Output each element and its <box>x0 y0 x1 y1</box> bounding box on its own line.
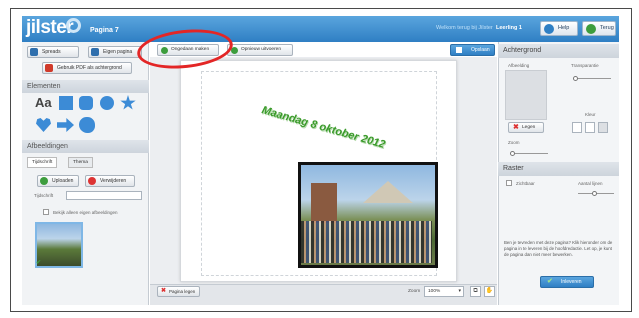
tab-thema[interactable]: Thema <box>68 157 93 168</box>
color-swatch[interactable] <box>572 122 582 133</box>
zoom-select[interactable]: 100% ▾ <box>424 286 464 297</box>
save-label: Opslaan <box>471 47 490 53</box>
church-building <box>311 183 337 223</box>
user-name: Leerling 1 <box>496 25 522 31</box>
elements-title: Elementen <box>22 80 149 93</box>
pavilion-roof <box>363 181 413 203</box>
header-bar: jilster Pagina 7 Welkom terug bij Jilste… <box>22 16 619 42</box>
upload-icon <box>40 177 48 185</box>
group-photo[interactable] <box>298 162 438 268</box>
clear-page-icon: ✖ <box>161 288 167 294</box>
pan-hand-icon[interactable]: ✋ <box>484 286 495 297</box>
square-shape-icon[interactable] <box>59 96 73 110</box>
zoom-value: 100% <box>428 289 441 294</box>
save-button[interactable]: Opslaan <box>450 44 495 56</box>
own-images-checkbox[interactable] <box>43 209 49 215</box>
pdf-icon <box>45 64 53 72</box>
images-title: Afbeeldingen <box>22 140 149 153</box>
chevron-down-icon: ▾ <box>458 288 461 294</box>
thumbnail-check-icon: ✔ <box>36 260 42 266</box>
clear-background-button[interactable]: ✖ Legen <box>508 122 544 133</box>
own-pages-label: Eigen pagina <box>103 49 133 55</box>
delete-images-button[interactable]: Verwijderen <box>85 175 135 187</box>
upload-button[interactable]: Uploaden <box>37 175 79 187</box>
pdf-background-button[interactable]: Gebruik PDF als achtergrond <box>42 62 132 74</box>
text-tool[interactable]: Aa <box>35 95 52 110</box>
back-label: Terug <box>600 25 614 31</box>
color-preview[interactable] <box>598 122 608 133</box>
clear-background-icon: ✖ <box>513 124 519 131</box>
pdf-label: Gebruik PDF als achtergrond <box>57 65 122 71</box>
rounded-square-shape-icon[interactable] <box>79 96 93 110</box>
spreads-label: Spreads <box>42 49 61 55</box>
image-label: Afbeelding <box>508 63 530 68</box>
grid-visible-checkbox[interactable] <box>506 180 512 186</box>
fit-page-icon[interactable]: ⧉ <box>470 286 481 297</box>
magazine-label: Tijdschrift <box>34 193 54 198</box>
grid-lines-slider[interactable] <box>578 191 614 196</box>
eyedropper-icon[interactable] <box>585 122 595 133</box>
back-button[interactable]: Terug <box>582 21 616 36</box>
spreads-button[interactable]: Spreads <box>27 46 79 58</box>
image-thumbnail[interactable] <box>35 222 83 268</box>
blob-shape-icon[interactable] <box>79 117 95 133</box>
save-icon <box>456 47 462 53</box>
grid-title: Raster <box>498 162 619 176</box>
back-icon <box>586 24 596 34</box>
zoom-label: Zoom <box>408 289 421 294</box>
redo-button[interactable]: Opnieuw uitvoeren <box>227 44 293 56</box>
color-label: Kleur <box>585 112 596 117</box>
own-pages-icon <box>91 48 99 56</box>
editor-app: jilster Pagina 7 Welkom terug bij Jilste… <box>0 0 639 318</box>
spreads-icon <box>30 48 38 56</box>
clear-page-button[interactable]: ✖ Pagina legen <box>157 286 201 297</box>
background-image-preview[interactable] <box>505 70 547 120</box>
transparency-label: Transparantie <box>571 63 599 68</box>
own-images-label: Bekijk alleen eigen afbeeldingen <box>53 210 118 215</box>
help-button[interactable]: Help <box>540 21 578 36</box>
checkmark-icon: ✔ <box>547 278 553 285</box>
grid-lines-knob[interactable] <box>592 191 597 196</box>
delete-label: Verwijderen <box>100 178 127 184</box>
delete-icon <box>88 177 96 185</box>
tab-tijdschrift[interactable]: Tijdschrift <box>27 157 58 168</box>
own-pages-button[interactable]: Eigen pagina <box>88 46 142 58</box>
redo-label: Opnieuw uitvoeren <box>241 47 281 52</box>
help-icon <box>544 24 554 34</box>
magazine-select[interactable] <box>66 191 142 200</box>
help-label: Help <box>558 25 570 31</box>
upload-label: Uploaden <box>52 178 74 184</box>
submit-help-text: Ben je tevreden met deze pagina? Klik hi… <box>504 240 613 257</box>
clear-background-label: Legen <box>522 125 536 130</box>
transparency-slider[interactable] <box>573 76 611 81</box>
submit-button[interactable]: ✔ Inleveren <box>540 276 594 288</box>
background-zoom-slider[interactable] <box>510 151 548 156</box>
transparency-knob[interactable] <box>573 76 578 81</box>
page-title: Pagina 7 <box>90 27 119 34</box>
background-zoom-knob[interactable] <box>510 151 515 156</box>
welcome-text: Welkom terug bij Jilster <box>436 25 493 31</box>
circle-shape-icon[interactable] <box>100 96 114 110</box>
grid-lines-label: Aantal lijnen <box>578 181 603 186</box>
logo-circle-icon <box>66 18 81 33</box>
clear-page-label: Pagina legen <box>169 289 196 294</box>
grid-visible-label: Zichtbaar <box>516 181 535 186</box>
zoom-bg-label: Zoom <box>508 140 520 145</box>
submit-label: Inleveren <box>561 279 582 285</box>
background-title: Achtergrond <box>498 44 619 58</box>
group-of-people <box>301 221 432 263</box>
